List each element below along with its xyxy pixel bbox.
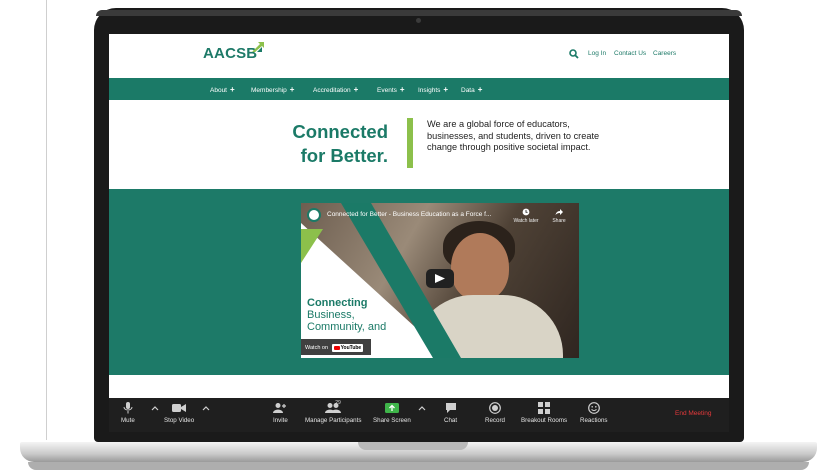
plus-icon: + [289,85,295,94]
login-link[interactable]: Log In [588,50,606,57]
aacsb-logo[interactable]: AACSB [203,45,257,62]
share-icon [555,209,563,215]
search-icon[interactable] [569,49,579,59]
divider [46,0,47,440]
video-section: Connected for Better - Business Educatio… [109,189,729,375]
reactions-button[interactable]: Reactions [580,402,608,424]
site-header: AACSB Log In Contact Us Careers [109,34,729,78]
add-person-icon [273,403,287,413]
clock-icon [522,208,530,216]
chevron-up-icon[interactable] [418,405,426,411]
plus-icon: + [443,85,449,94]
chat-button[interactable]: Chat [444,402,457,424]
watch-later-button[interactable]: Watch later [513,208,539,224]
hero-description: We are a global force of educators, busi… [427,119,600,152]
laptop-shadow [28,462,809,470]
end-meeting-button[interactable]: End Meeting [675,410,712,417]
contact-us-link[interactable]: Contact Us [614,50,646,57]
play-button[interactable] [426,269,454,288]
laptop-lid-highlight [96,10,742,16]
record-icon [489,402,501,414]
video-camera-icon [172,404,187,412]
chevron-up-icon[interactable] [151,405,159,411]
share-button[interactable]: Share [547,208,571,224]
nav-item-membership[interactable]: Membership + [251,85,294,94]
breakout-rooms-icon [538,402,551,414]
zoom-meeting-toolbar: Mute Stop Video Invite 29 Manage Partici… [109,398,729,432]
chat-icon [445,403,456,413]
nav-item-accreditation[interactable]: Accreditation + [313,85,358,94]
logo-mark-icon [252,42,264,52]
laptop-screen: AACSB Log In Contact Us Careers About + M… [109,34,729,432]
manage-participants-button[interactable]: 29 Manage Participants [305,400,361,424]
hero-accent-bar [407,118,413,168]
hero-headline: Connected for Better. [292,121,388,166]
play-icon [435,274,445,283]
microphone-icon [123,402,133,414]
plus-icon: + [353,85,359,94]
chevron-up-icon[interactable] [202,405,210,411]
nav-item-about[interactable]: About + [210,85,235,94]
youtube-play-icon [333,345,340,350]
invite-button[interactable]: Invite [273,402,288,424]
careers-link[interactable]: Careers [653,50,676,57]
channel-avatar[interactable] [307,208,321,222]
plus-icon: + [399,85,405,94]
youtube-embed[interactable]: Connected for Better - Business Educatio… [301,203,579,358]
watch-on-youtube-button[interactable]: Watch on YouTube [301,339,371,355]
youtube-logo: YouTube [331,344,364,352]
smiley-icon [587,402,600,414]
share-screen-icon [384,403,399,413]
mute-button[interactable]: Mute [121,402,135,424]
share-screen-button[interactable]: Share Screen [373,402,411,424]
page: AACSB Log In Contact Us Careers About + M… [0,0,822,476]
nav-item-insights[interactable]: Insights + [418,85,448,94]
nav-item-data[interactable]: Data + [461,85,482,94]
laptop-notch [358,442,468,450]
webcam [416,18,421,23]
plus-icon: + [477,85,483,94]
plus-icon: + [230,85,235,94]
breakout-rooms-button[interactable]: Breakout Rooms [521,402,567,424]
main-nav: About + Membership + Accreditation + Events… [109,78,729,100]
thumbnail-caption: Connecting Business, Community, and [307,297,387,333]
stop-video-button[interactable]: Stop Video [164,402,194,424]
video-title[interactable]: Connected for Better - Business Educatio… [327,211,491,218]
record-button[interactable]: Record [485,402,505,424]
participant-count: 29 [335,400,341,406]
nav-item-events[interactable]: Events + [377,85,405,94]
